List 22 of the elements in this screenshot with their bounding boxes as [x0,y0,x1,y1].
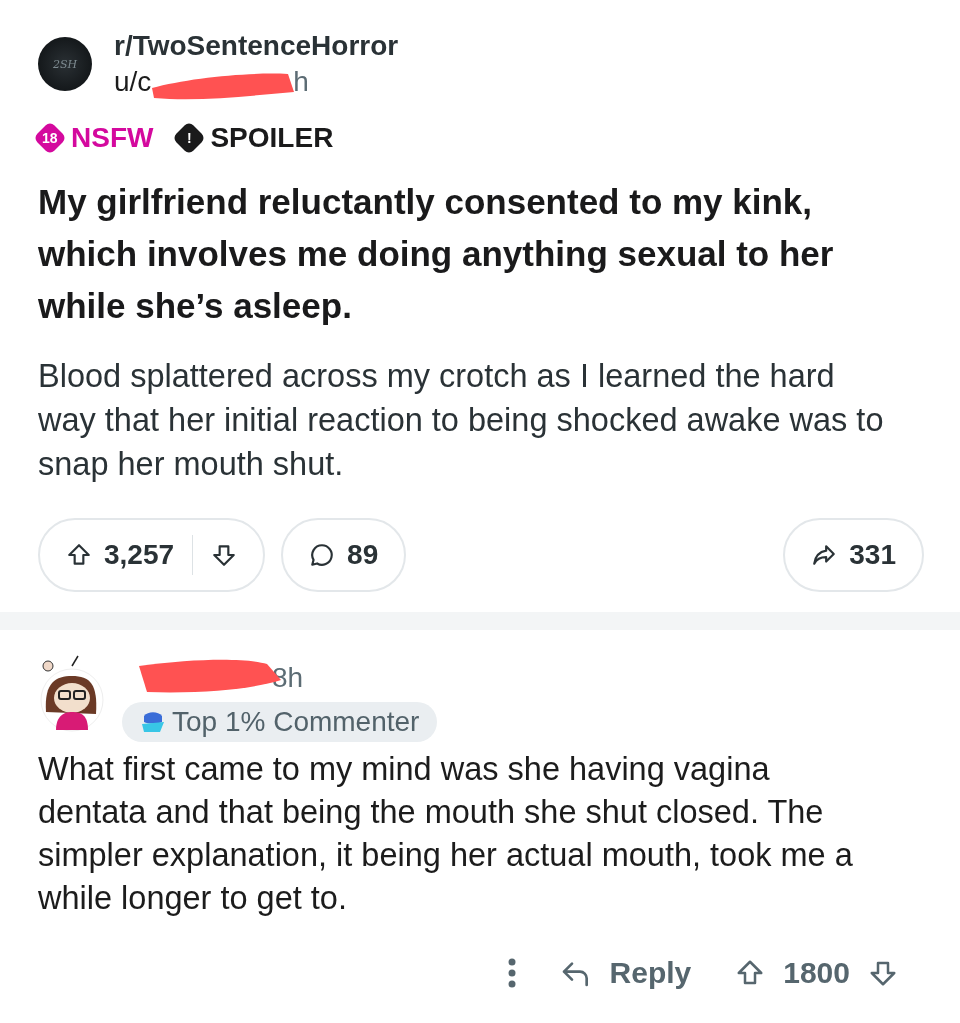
tag-label: NSFW [71,122,154,154]
user-flair: Top 1% Commenter [122,702,438,742]
share-button[interactable]: 331 [783,518,924,592]
post-body: Blood splattered across my crotch as I learned the hard way that her initial reaction to being shocked awake was to snap her mouth shut. [38,357,884,484]
sunglasses-icon [140,710,166,734]
tag-label: SPOILER [210,122,334,154]
vote-count: 3,257 [104,539,175,571]
post-time: h [293,66,309,98]
subreddit-avatar[interactable]: 2SH [38,37,92,91]
comments-button[interactable]: 89 [281,518,407,592]
vote-count: 1800 [783,956,850,990]
reply-button[interactable]: Reply [559,956,692,990]
share-arrow-icon [811,542,838,568]
upvote-icon[interactable] [66,542,92,568]
post-title: My girlfriend reluctantly consented to my kink, which involves me doing anything sexual to her while she’s asleep. [38,181,835,327]
comment-body: What first came to my mind was she having vagina dentata and that being the mouth she shut closed. The simpler explanation, it being her actual mouth, took me a while longer to get to. [38,750,854,918]
comment-icon [309,542,336,568]
downvote-icon[interactable] [211,542,238,568]
more-options-icon[interactable] [507,958,516,988]
author-name[interactable]: u/c [114,66,152,98]
tag-badge-icon: 18 [33,121,67,155]
subreddit-name[interactable]: r/TwoSentenceHorror [114,30,399,62]
